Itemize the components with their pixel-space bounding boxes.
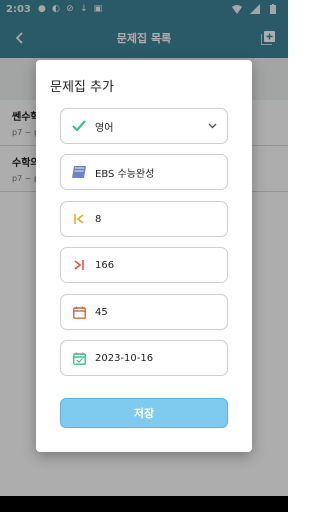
- subject-dropdown[interactable]: 영어: [60, 108, 228, 144]
- end-page-field[interactable]: 166: [60, 247, 228, 283]
- days-value: 45: [95, 306, 108, 318]
- first-page-icon: [71, 211, 87, 227]
- date-field[interactable]: 2023-10-16: [60, 340, 228, 376]
- check-icon: [71, 118, 87, 134]
- end-page-value: 166: [95, 259, 115, 271]
- add-book-dialog: 문제집 추가 영어 EBS 수능완성 8 166 45 2023-10-16 저…: [36, 60, 252, 452]
- navigation-bar: [0, 496, 288, 512]
- book-icon: [71, 164, 87, 180]
- dialog-title: 문제집 추가: [50, 80, 114, 95]
- days-field[interactable]: 45: [60, 294, 228, 330]
- last-page-icon: [71, 257, 87, 273]
- book-name-value: EBS 수능완성: [95, 168, 155, 180]
- start-page-value: 8: [95, 213, 102, 225]
- date-value: 2023-10-16: [95, 352, 154, 364]
- book-name-field[interactable]: EBS 수능완성: [60, 154, 228, 190]
- start-page-field[interactable]: 8: [60, 201, 228, 237]
- save-button[interactable]: 저장: [60, 398, 228, 428]
- subject-value: 영어: [95, 122, 114, 134]
- calendar-icon: [71, 304, 87, 320]
- chevron-down-icon: [208, 121, 217, 132]
- event-icon: [71, 350, 87, 366]
